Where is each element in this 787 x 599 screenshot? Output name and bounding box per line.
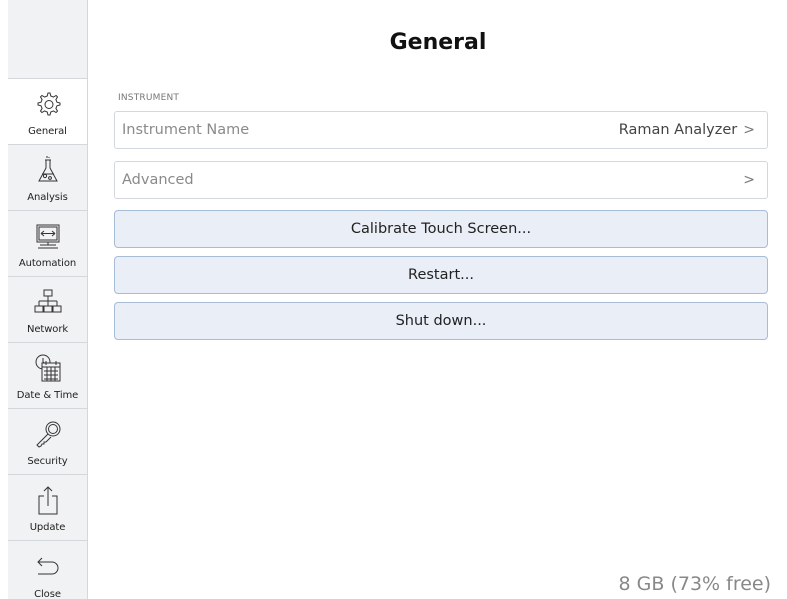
calendar-clock-icon [30,352,66,386]
instrument-name-value: Raman Analyzer [618,122,738,138]
chevron-right-icon: > [743,172,755,188]
calibrate-touch-screen-button[interactable]: Calibrate Touch Screen... [114,210,768,248]
storage-status: 8 GB (73% free) [618,573,771,595]
sidebar-item-label: Analysis [27,192,68,203]
upload-icon [30,484,66,518]
sidebar-item-automation[interactable]: Automation [8,211,87,277]
instrument-name-label: Instrument Name [122,122,250,138]
sidebar-item-label: General [28,126,67,137]
sidebar-item-date-time[interactable]: Date & Time [8,343,87,409]
sidebar-item-label: Close [34,589,61,599]
sidebar-item-label: Update [29,522,66,533]
sidebar-item-analysis[interactable]: Analysis [8,145,87,211]
section-label: INSTRUMENT [118,93,180,103]
back-arrow-icon [30,550,66,584]
sidebar-item-label: Automation [18,258,77,269]
sidebar-item-update[interactable]: Update [8,475,87,541]
sidebar: General Analysis Automation Network Date… [8,0,88,599]
sidebar-item-label: Network [26,324,69,335]
monitor-arrows-icon [30,220,66,254]
advanced-label: Advanced [122,172,194,188]
main-content: General INSTRUMENT Instrument Name Raman… [89,0,787,599]
network-icon [30,286,66,320]
sidebar-header [8,0,87,79]
instrument-name-row[interactable]: Instrument Name Raman Analyzer > [114,111,768,149]
chevron-right-icon: > [743,122,755,138]
gear-icon [30,88,66,122]
sidebar-item-network[interactable]: Network [8,277,87,343]
sidebar-item-general[interactable]: General [8,79,87,145]
key-icon [30,418,66,452]
sidebar-item-security[interactable]: Security [8,409,87,475]
restart-button[interactable]: Restart... [114,256,768,294]
sidebar-item-close[interactable]: Close [8,541,87,599]
flask-icon [30,154,66,188]
advanced-row[interactable]: Advanced > [114,161,768,199]
page-title: General [389,30,487,55]
sidebar-item-label: Date & Time [16,390,79,401]
shut-down-button[interactable]: Shut down... [114,302,768,340]
sidebar-item-label: Security [27,456,68,467]
